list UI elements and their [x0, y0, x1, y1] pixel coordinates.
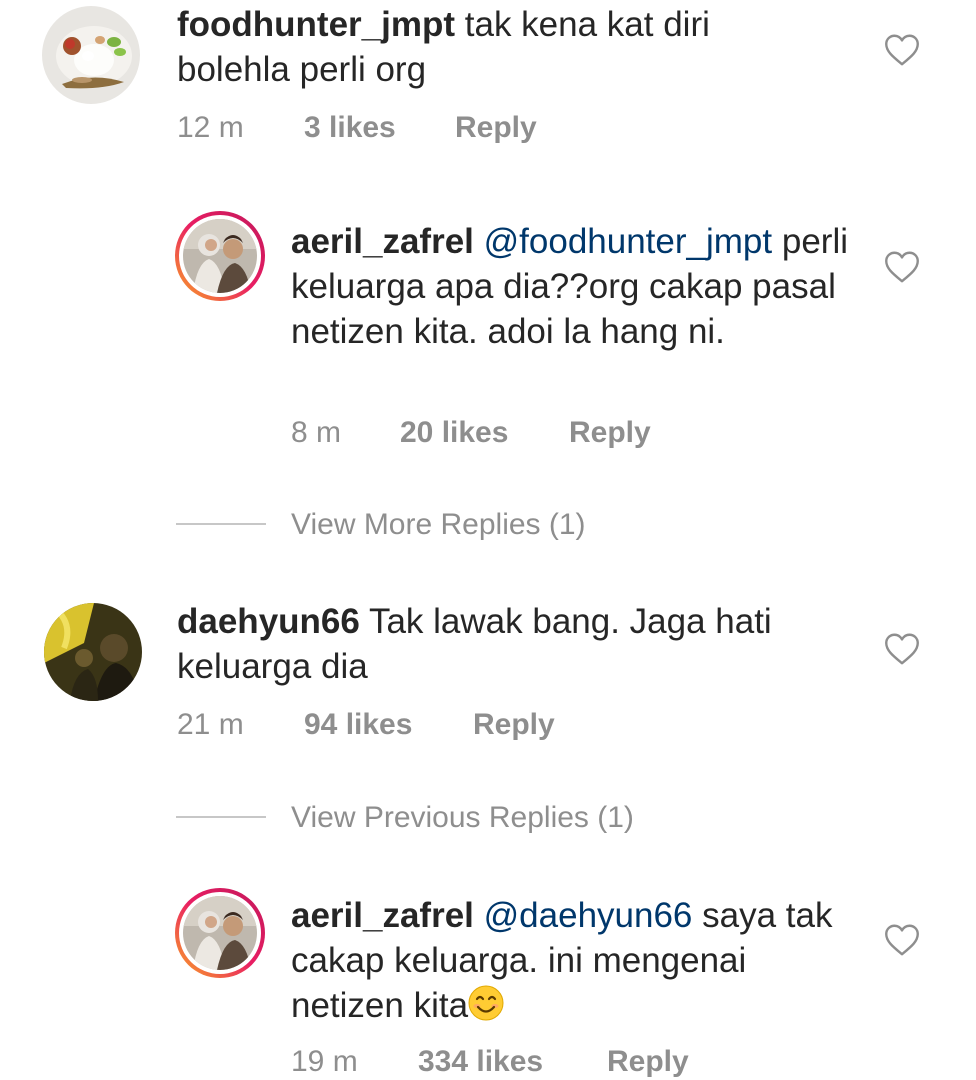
profile-photo — [44, 603, 142, 701]
reply-aeril-1: aeril_zafrel @foodhunter_jmpt perli kelu… — [0, 200, 976, 460]
timestamp: 21 m — [177, 708, 244, 741]
timestamp: 12 m — [177, 111, 244, 144]
comment-body: foodhunter_jmpt tak kena kat diri bolehl… — [177, 2, 817, 92]
likes-count[interactable]: 20 likes — [400, 415, 508, 451]
likes-count[interactable]: 94 likes — [304, 707, 412, 743]
likes-count[interactable]: 3 likes — [304, 110, 396, 146]
comment-daehyun: daehyun66 Tak lawak bang. Jaga hati kelu… — [0, 595, 976, 755]
heart-icon[interactable] — [884, 923, 920, 957]
mention-link[interactable]: @daehyun66 — [484, 896, 693, 935]
heart-icon[interactable] — [884, 632, 920, 666]
username[interactable]: daehyun66 — [177, 602, 360, 641]
thread-divider — [176, 523, 266, 525]
reply-button[interactable]: Reply — [607, 1044, 689, 1080]
profile-photo — [183, 219, 257, 293]
likes-count[interactable]: 334 likes — [418, 1044, 543, 1080]
reply-button[interactable]: Reply — [473, 707, 555, 743]
reply-aeril-2: aeril_zafrel @daehyun66 saya tak cakap k… — [0, 880, 976, 1080]
timestamp: 19 m — [291, 1045, 358, 1078]
profile-photo — [183, 896, 257, 970]
food-photo — [42, 6, 140, 104]
heart-icon[interactable] — [884, 250, 920, 284]
smiling-face-emoji-icon — [468, 985, 504, 1021]
avatar-foodhunter[interactable] — [42, 6, 140, 104]
reply-button[interactable]: Reply — [569, 415, 651, 451]
reply-button[interactable]: Reply — [455, 110, 537, 146]
username[interactable]: foodhunter_jmpt — [177, 5, 455, 44]
comment-body: aeril_zafrel @foodhunter_jmpt perli kelu… — [291, 219, 851, 354]
view-previous-replies-button[interactable]: View Previous Replies (1) — [291, 800, 634, 836]
comment-body: daehyun66 Tak lawak bang. Jaga hati kelu… — [177, 599, 827, 689]
avatar-daehyun[interactable] — [44, 603, 142, 701]
heart-icon[interactable] — [884, 33, 920, 67]
comment-foodhunter: foodhunter_jmpt tak kena kat diri bolehl… — [0, 0, 976, 160]
comment-meta: 21 m 94 likes Reply — [177, 707, 677, 743]
username[interactable]: aeril_zafrel — [291, 896, 474, 935]
username[interactable]: aeril_zafrel — [291, 222, 474, 261]
comment-meta: 19 m 334 likes Reply — [291, 1044, 791, 1080]
thread-divider — [176, 816, 266, 818]
avatar-aeril[interactable] — [175, 211, 265, 301]
comment-body: aeril_zafrel @daehyun66 saya tak cakap k… — [291, 893, 851, 1028]
avatar-aeril[interactable] — [175, 888, 265, 978]
view-more-replies-button[interactable]: View More Replies (1) — [291, 507, 586, 543]
comment-meta: 12 m 3 likes Reply — [177, 110, 677, 146]
timestamp: 8 m — [291, 416, 342, 449]
comment-meta: 8 m 20 likes Reply — [291, 415, 791, 451]
mention-link[interactable]: @foodhunter_jmpt — [484, 222, 772, 261]
